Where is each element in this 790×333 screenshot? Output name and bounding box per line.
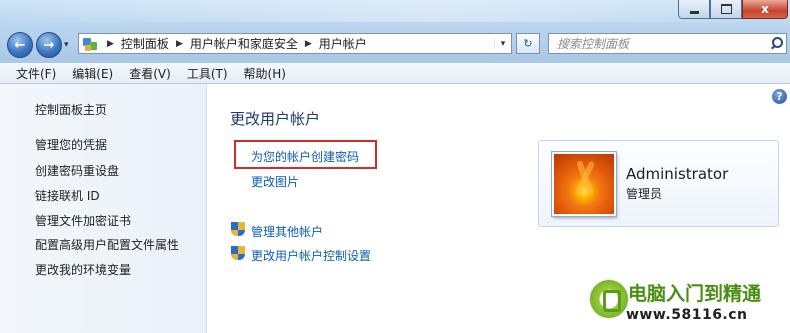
search-box[interactable]: 搜索控制面板 — [548, 33, 787, 54]
search-input[interactable]: 搜索控制面板 — [549, 35, 768, 52]
maximize-button[interactable] — [710, 0, 742, 19]
refresh-button[interactable]: ↻ — [516, 33, 540, 54]
close-button[interactable]: x — [742, 0, 788, 19]
uac-shield-icon — [231, 246, 245, 262]
menu-bar: 文件(F) 编辑(E) 查看(V) 工具(T) 帮助(H) — [0, 63, 790, 84]
back-arrow-icon: ← — [14, 37, 26, 53]
avatar[interactable] — [552, 152, 616, 216]
navigation-buttons: ← → ▾ — [7, 32, 69, 58]
control-panel-home-link[interactable]: 控制面板主页 — [35, 101, 107, 118]
watermark: 电脑入门到精通 www.58116.cn — [590, 277, 785, 329]
watermark-logo-icon — [590, 280, 628, 318]
refresh-icon: ↻ — [523, 37, 533, 50]
menu-edit[interactable]: 编辑(E) — [63, 65, 120, 82]
sidebar-item-encryption-certificates[interactable]: 管理文件加密证书 — [35, 212, 131, 229]
help-glyph: ? — [776, 90, 783, 103]
maximize-icon — [720, 4, 732, 14]
menu-view[interactable]: 查看(V) — [120, 65, 178, 82]
minimize-icon — [689, 10, 699, 14]
breadcrumb-separator-icon[interactable]: ▶ — [107, 39, 114, 49]
page-title: 更改用户帐户 — [230, 110, 321, 128]
change-picture-link[interactable]: 更改图片 — [251, 173, 299, 190]
window-controls: x — [678, 0, 788, 20]
help-icon[interactable]: ? — [772, 89, 787, 104]
uac-shield-icon — [231, 222, 245, 238]
breadcrumb-control-panel[interactable]: 控制面板 — [121, 35, 169, 52]
sidebar-item-password-reset-disk[interactable]: 创建密码重设盘 — [35, 162, 119, 179]
user-role: 管理员 — [626, 187, 663, 201]
sidebar-item-advanced-profile-properties[interactable]: 配置高级用户配置文件属性 — [35, 236, 179, 253]
breadcrumb-user-accounts[interactable]: 用户帐户 — [319, 35, 367, 52]
manage-other-accounts-link[interactable]: 管理其他帐户 — [251, 223, 323, 240]
user-account-card: Administrator 管理员 — [538, 140, 779, 227]
address-bar[interactable]: ▶ 控制面板 ▶ 用户帐户和家庭安全 ▶ 用户帐户 ▾ — [78, 33, 512, 54]
watermark-url: www.58116.cn — [626, 307, 748, 323]
control-panel-icon — [82, 36, 100, 52]
back-button[interactable]: ← — [7, 32, 33, 58]
create-password-link[interactable]: 为您的帐户创建密码 — [251, 148, 359, 165]
sidebar-item-manage-credentials[interactable]: 管理您的凭据 — [35, 136, 107, 153]
user-name: Administrator — [626, 165, 729, 183]
menu-tools[interactable]: 工具(T) — [178, 65, 235, 82]
search-icon[interactable] — [768, 35, 786, 53]
menu-help[interactable]: 帮助(H) — [235, 65, 293, 82]
sidebar-item-environment-variables[interactable]: 更改我的环境变量 — [35, 261, 131, 278]
minimize-button[interactable] — [678, 0, 710, 19]
forward-button[interactable]: → — [36, 32, 62, 58]
close-icon: x — [761, 2, 769, 16]
watermark-title: 电脑入门到精通 — [628, 283, 762, 305]
title-bar — [0, 0, 790, 22]
breadcrumb-separator-icon[interactable]: ▶ — [305, 39, 312, 49]
recent-pages-dropdown[interactable]: ▾ — [64, 40, 69, 50]
forward-arrow-icon: → — [43, 37, 55, 53]
breadcrumb-user-accounts-family-safety[interactable]: 用户帐户和家庭安全 — [190, 35, 298, 52]
task-pane: 控制面板主页 管理您的凭据 创建密码重设盘 链接联机 ID 管理文件加密证书 配… — [0, 84, 207, 333]
address-dropdown-icon[interactable]: ▾ — [494, 38, 511, 49]
uac-settings-link[interactable]: 更改用户帐户控制设置 — [251, 247, 371, 264]
menu-file[interactable]: 文件(F) — [0, 65, 63, 82]
sidebar-item-link-online-id[interactable]: 链接联机 ID — [35, 187, 100, 204]
breadcrumb-separator-icon[interactable]: ▶ — [176, 39, 183, 49]
